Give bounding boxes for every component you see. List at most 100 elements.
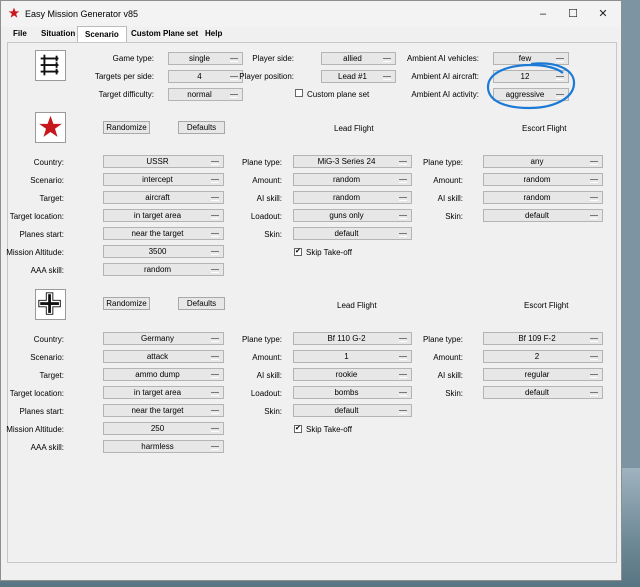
allied-escort-ai-skill-select[interactable]: random bbox=[483, 191, 603, 204]
axis-skip-takeoff-checkbox[interactable] bbox=[294, 424, 302, 433]
menu-custom-plane-set[interactable]: Custom Plane set bbox=[131, 29, 198, 38]
menu-help[interactable]: Help bbox=[205, 29, 222, 38]
allied-skip-takeoff-checkbox[interactable] bbox=[294, 247, 302, 256]
axis-escort-amount-value: 2 bbox=[534, 352, 540, 361]
allied-escort-plane-select[interactable]: any bbox=[483, 155, 603, 168]
dropdown-arrow-icon bbox=[399, 179, 407, 183]
axis-lead-plane-select[interactable]: Bf 110 G-2 bbox=[293, 332, 412, 345]
axis-escort-plane-label: Plane type: bbox=[422, 335, 463, 344]
axis-lead-loadout-label: Loadout: bbox=[250, 389, 282, 398]
dropdown-arrow-icon bbox=[211, 251, 219, 255]
dropdown-arrow-icon bbox=[590, 161, 598, 165]
axis-escort-skin-label: Skin: bbox=[445, 389, 463, 398]
allied-lead-loadout-select[interactable]: guns only bbox=[293, 209, 412, 222]
axis-altitude-select[interactable]: 250 bbox=[103, 422, 224, 435]
axis-aaa-select[interactable]: harmless bbox=[103, 440, 224, 453]
allied-defaults-button[interactable]: Defaults bbox=[178, 121, 225, 134]
axis-planes-start-label: Planes start: bbox=[19, 407, 64, 416]
axis-escort-plane-value: Bf 109 F-2 bbox=[518, 334, 556, 343]
axis-planes-start-value: near the target bbox=[131, 406, 184, 415]
allied-lead-amount-select[interactable]: random bbox=[293, 173, 412, 186]
axis-lead-ai-skill-select[interactable]: rookie bbox=[293, 368, 412, 381]
dropdown-arrow-icon bbox=[399, 338, 407, 342]
allied-lead-ai-skill-label: AI skill: bbox=[256, 194, 282, 203]
axis-lead-skin-select[interactable]: default bbox=[293, 404, 412, 417]
allied-scenario-select[interactable]: intercept bbox=[103, 173, 224, 186]
axis-lead-loadout-select[interactable]: bombs bbox=[293, 386, 412, 399]
axis-escort-skin-select[interactable]: default bbox=[483, 386, 603, 399]
allied-planes-start-select[interactable]: near the target bbox=[103, 227, 224, 240]
difficulty-select[interactable]: normal bbox=[168, 88, 243, 101]
axis-country-select[interactable]: Germany bbox=[103, 332, 224, 345]
close-icon[interactable]: ✕ bbox=[590, 5, 616, 23]
allied-randomize-button[interactable]: Randomize bbox=[103, 121, 150, 134]
allied-lead-skin-select[interactable]: default bbox=[293, 227, 412, 240]
axis-country-value: Germany bbox=[141, 334, 174, 343]
player-position-value: Lead #1 bbox=[338, 72, 367, 81]
allied-escort-skin-value: default bbox=[524, 211, 550, 220]
axis-scenario-label: Scenario: bbox=[30, 353, 64, 362]
axis-scenario-select[interactable]: attack bbox=[103, 350, 224, 363]
allied-country-select[interactable]: USSR bbox=[103, 155, 224, 168]
allied-aaa-select[interactable]: random bbox=[103, 263, 224, 276]
dropdown-arrow-icon bbox=[399, 161, 407, 165]
custom-plane-checkbox[interactable] bbox=[295, 89, 303, 97]
allied-escort-amount-select[interactable]: random bbox=[483, 173, 603, 186]
allied-target-select[interactable]: aircraft bbox=[103, 191, 224, 204]
dropdown-arrow-icon bbox=[211, 269, 219, 273]
allied-target-location-select[interactable]: in target area bbox=[103, 209, 224, 222]
dropdown-arrow-icon bbox=[590, 215, 598, 219]
dropdown-arrow-icon bbox=[211, 179, 219, 183]
player-position-select[interactable]: Lead #1 bbox=[321, 70, 396, 83]
allied-escort-amount-value: random bbox=[523, 175, 551, 184]
balkenkreuz-icon bbox=[38, 292, 61, 315]
allied-escort-ai-skill-value: random bbox=[523, 193, 551, 202]
player-side-select[interactable]: allied bbox=[321, 52, 396, 65]
dropdown-arrow-icon bbox=[383, 58, 391, 62]
axis-escort-plane-select[interactable]: Bf 109 F-2 bbox=[483, 332, 603, 345]
custom-plane-label: Custom plane set bbox=[307, 90, 370, 99]
axis-country-label: Country: bbox=[33, 335, 64, 344]
menu-file[interactable]: File bbox=[13, 29, 27, 38]
axis-target-select[interactable]: ammo dump bbox=[103, 368, 224, 381]
menu-scenario[interactable]: Scenario bbox=[77, 26, 127, 43]
game-type-select[interactable]: single bbox=[168, 52, 243, 65]
dropdown-arrow-icon bbox=[211, 233, 219, 237]
difficulty-label: Target difficulty: bbox=[98, 90, 154, 99]
axis-lead-loadout-value: bombs bbox=[334, 388, 359, 397]
allied-target-value: aircraft bbox=[145, 193, 170, 202]
axis-defaults-button[interactable]: Defaults bbox=[178, 297, 225, 310]
axis-escort-amount-select[interactable]: 2 bbox=[483, 350, 603, 363]
difficulty-value: normal bbox=[187, 90, 212, 99]
allied-lead-ai-skill-select[interactable]: random bbox=[293, 191, 412, 204]
axis-escort-ai-skill-select[interactable]: regular bbox=[483, 368, 603, 381]
axis-target-label: Target: bbox=[39, 371, 64, 380]
game-type-label: Game type: bbox=[112, 54, 154, 63]
allied-scenario-value: intercept bbox=[142, 175, 173, 184]
maximize-icon[interactable]: ☐ bbox=[560, 5, 586, 23]
axis-altitude-label: Mission Altitude: bbox=[6, 425, 64, 434]
dropdown-arrow-icon bbox=[399, 215, 407, 219]
dropdown-arrow-icon bbox=[211, 215, 219, 219]
axis-lead-amount-select[interactable]: 1 bbox=[293, 350, 412, 363]
axis-altitude-value: 250 bbox=[150, 424, 165, 433]
allied-escort-heading: Escort Flight bbox=[522, 124, 567, 133]
allied-insignia bbox=[35, 112, 66, 143]
axis-lead-amount-label: Amount: bbox=[252, 353, 282, 362]
targets-select[interactable]: 4 bbox=[168, 70, 243, 83]
allied-escort-skin-select[interactable]: default bbox=[483, 209, 603, 222]
dropdown-arrow-icon bbox=[211, 338, 219, 342]
allied-altitude-select[interactable]: 3500 bbox=[103, 245, 224, 258]
axis-randomize-button[interactable]: Randomize bbox=[103, 297, 150, 310]
allied-lead-plane-select[interactable]: MiG-3 Series 24 bbox=[293, 155, 412, 168]
allied-lead-amount-value: random bbox=[332, 175, 361, 184]
axis-skip-takeoff-label: Skip Take-off bbox=[306, 425, 352, 434]
axis-target-location-select[interactable]: in target area bbox=[103, 386, 224, 399]
menu-situation[interactable]: Situation bbox=[41, 29, 75, 38]
allied-planes-start-value: near the target bbox=[131, 229, 184, 238]
axis-planes-start-select[interactable]: near the target bbox=[103, 404, 224, 417]
allied-target-location-label: Target location: bbox=[9, 212, 64, 221]
dropdown-arrow-icon bbox=[211, 356, 219, 360]
allied-escort-plane-value: any bbox=[530, 157, 544, 166]
minimize-icon[interactable]: – bbox=[530, 5, 556, 23]
